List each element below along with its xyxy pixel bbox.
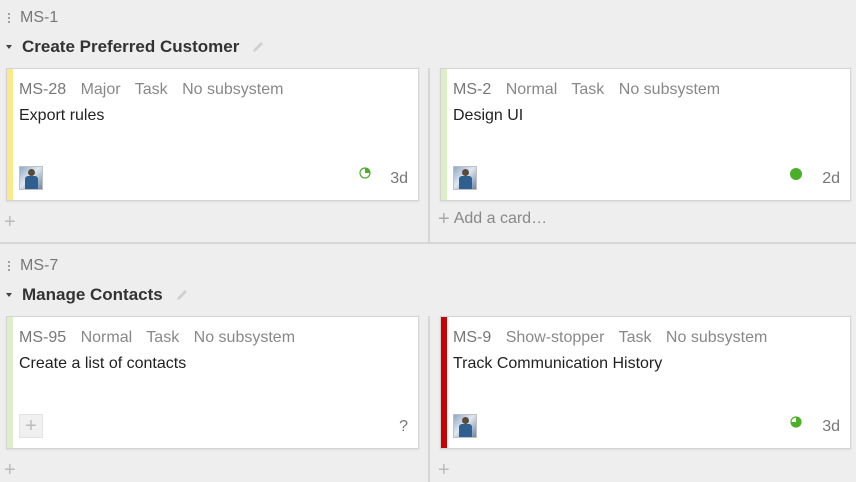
- issue-subsystem[interactable]: No subsystem: [666, 329, 767, 346]
- issue-id[interactable]: MS-95: [19, 329, 66, 346]
- priority-stripe: [7, 317, 13, 448]
- card-meta: MS-9 Show-stopper Task No subsystem: [453, 329, 777, 347]
- add-card-plus-icon[interactable]: +: [438, 460, 450, 480]
- issue-id[interactable]: MS-9: [453, 329, 491, 346]
- issue-type[interactable]: Task: [146, 329, 179, 346]
- assignee-avatar[interactable]: [453, 414, 477, 438]
- issue-summary[interactable]: Design UI: [453, 107, 523, 125]
- status-dot-green-icon: [790, 168, 802, 180]
- issue-summary[interactable]: Create a list of contacts: [19, 355, 186, 373]
- priority-stripe: [441, 317, 447, 448]
- issue-type[interactable]: Task: [619, 329, 652, 346]
- assignee-avatar[interactable]: [19, 166, 43, 190]
- issue-card[interactable]: MS-2 Normal Task No subsystem Design UI …: [440, 68, 851, 201]
- issue-type[interactable]: Task: [135, 81, 168, 98]
- issue-priority[interactable]: Major: [81, 81, 121, 98]
- edit-pencil-icon[interactable]: [175, 288, 189, 302]
- issue-priority[interactable]: Normal: [506, 81, 558, 98]
- issue-summary[interactable]: Track Communication History: [453, 355, 662, 373]
- column-divider: [428, 68, 430, 242]
- swimlane-title-row: Create Preferred Customer: [6, 36, 265, 58]
- edit-pencil-icon[interactable]: [251, 40, 265, 54]
- swimlane-title[interactable]: Create Preferred Customer: [22, 37, 239, 57]
- swimlane-divider: [0, 242, 856, 244]
- issue-card[interactable]: MS-9 Show-stopper Task No subsystem Trac…: [440, 316, 851, 449]
- issue-card[interactable]: MS-28 Major Task No subsystem Export rul…: [6, 68, 419, 201]
- progress-pie-icon: [790, 416, 802, 428]
- card-meta: MS-2 Normal Task No subsystem: [453, 81, 730, 99]
- column-divider: [428, 316, 430, 482]
- issue-estimate: 3d: [822, 418, 840, 435]
- issue-card[interactable]: MS-95 Normal Task No subsystem Create a …: [6, 316, 419, 449]
- issue-id[interactable]: MS-28: [19, 81, 66, 98]
- add-icon: +: [438, 208, 450, 230]
- issue-subsystem[interactable]: No subsystem: [182, 81, 283, 98]
- add-card-label: Add a card…: [453, 210, 548, 227]
- card-meta: MS-95 Normal Task No subsystem: [19, 329, 305, 347]
- issue-subsystem[interactable]: No subsystem: [619, 81, 720, 98]
- swimlane-key[interactable]: MS-1: [20, 9, 58, 27]
- priority-stripe: [7, 69, 13, 200]
- assignee-avatar[interactable]: [453, 166, 477, 190]
- priority-stripe: [441, 69, 447, 200]
- card-meta: MS-28 Major Task No subsystem: [19, 81, 293, 99]
- add-card-button[interactable]: + Add a card…: [438, 208, 548, 230]
- agile-board: MS-1 Create Preferred Customer MS-28 Maj…: [0, 0, 856, 482]
- drag-handle-icon[interactable]: [6, 13, 12, 23]
- issue-estimate: 2d: [822, 170, 840, 187]
- drag-handle-icon[interactable]: [6, 261, 12, 271]
- add-card-plus-icon[interactable]: +: [4, 212, 16, 232]
- progress-pie-icon: [359, 167, 371, 179]
- issue-estimate: ?: [399, 418, 408, 435]
- add-assignee-button[interactable]: +: [19, 414, 43, 438]
- collapse-caret-icon[interactable]: [6, 45, 12, 49]
- swimlane-key[interactable]: MS-7: [20, 257, 58, 275]
- add-card-plus-icon[interactable]: +: [4, 460, 16, 480]
- issue-type[interactable]: Task: [571, 81, 604, 98]
- collapse-caret-icon[interactable]: [6, 293, 12, 297]
- swimlane-title-row: Manage Contacts: [6, 284, 189, 306]
- swimlane-header: MS-1: [6, 8, 58, 28]
- issue-estimate: 3d: [390, 170, 408, 187]
- issue-subsystem[interactable]: No subsystem: [194, 329, 295, 346]
- swimlane-header: MS-7: [6, 256, 58, 276]
- issue-summary[interactable]: Export rules: [19, 107, 104, 125]
- issue-priority[interactable]: Normal: [81, 329, 133, 346]
- swimlane-title[interactable]: Manage Contacts: [22, 285, 163, 305]
- issue-id[interactable]: MS-2: [453, 81, 491, 98]
- issue-priority[interactable]: Show-stopper: [506, 329, 605, 346]
